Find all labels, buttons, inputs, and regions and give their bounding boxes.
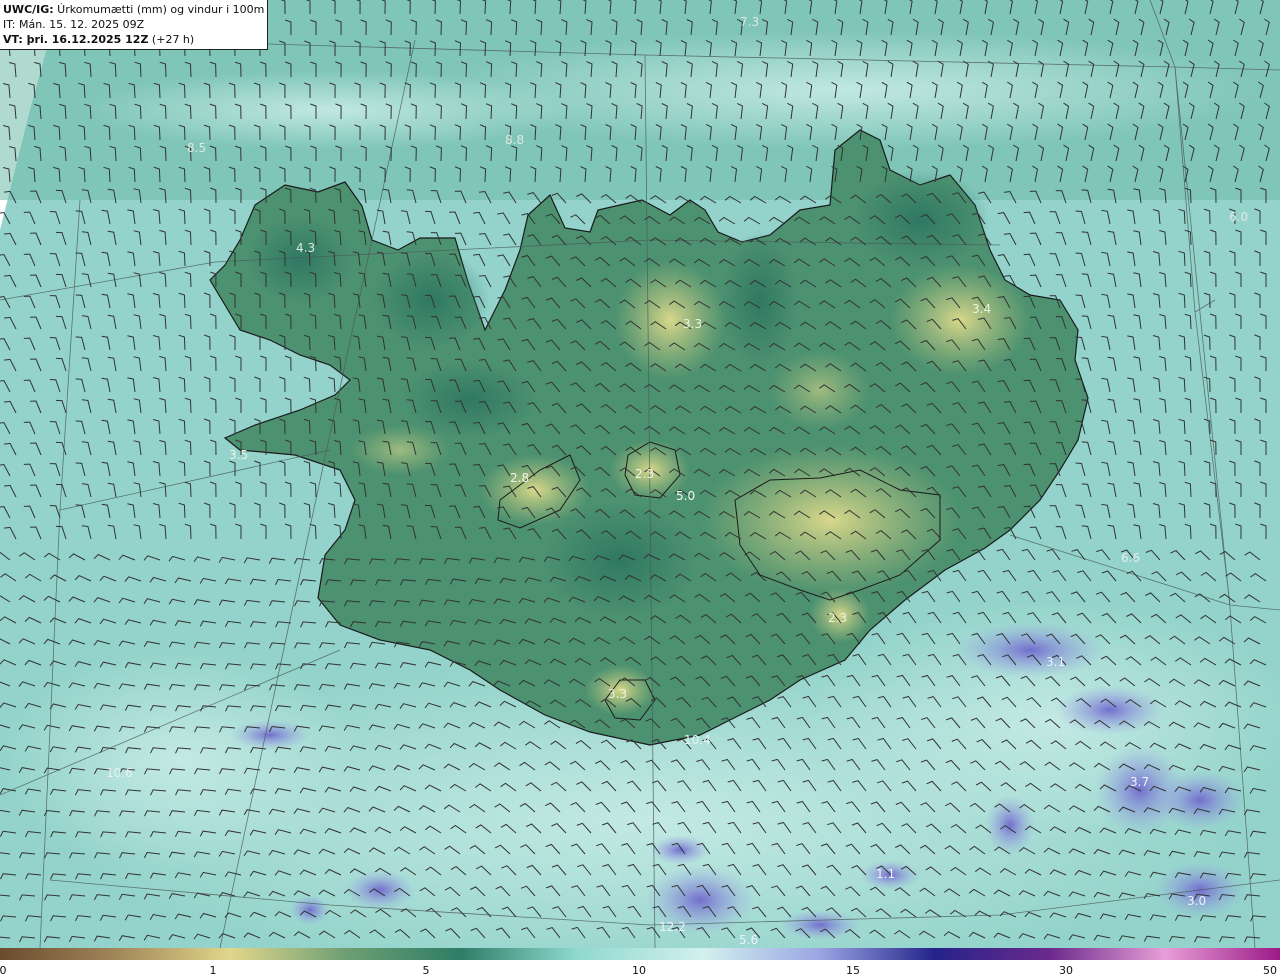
light-sea-sw <box>0 650 360 870</box>
legend-color-bar <box>0 948 1280 960</box>
value-label: 3.1 <box>1046 655 1065 669</box>
value-label: 1.1 <box>876 867 895 881</box>
value-label: 2.8 <box>510 471 529 485</box>
value-label: 3.4 <box>972 302 991 316</box>
value-label: 5.6 <box>739 933 758 947</box>
initial-time: IT: Mán. 15. 12. 2025 09Z <box>3 18 145 31</box>
value-label: 7.3 <box>740 15 759 29</box>
light-sea-north <box>430 30 1270 150</box>
value-label: 8.5 <box>187 141 206 155</box>
legend-tick: 1 <box>209 964 217 977</box>
legend-ticks: 0 1 5 10 15 30 50 <box>0 960 1280 978</box>
legend-tick: 15 <box>846 964 860 977</box>
legend-tick: 0 <box>0 964 7 977</box>
legend-tick: 50 <box>1263 964 1277 977</box>
product-code: UWC/IG: <box>3 3 54 16</box>
legend-tick: 5 <box>422 964 430 977</box>
value-label: 3.3 <box>683 317 702 331</box>
value-label: 10.4 <box>684 733 711 747</box>
color-legend: 0 1 5 10 15 30 50 <box>0 948 1280 978</box>
value-label: 3.3 <box>608 687 627 701</box>
valid-time-date: þri. 16.12.2025 12Z <box>22 33 149 46</box>
product-title: UWC/IG: Úrkomumætti (mm) og vindur i 100… <box>3 2 267 17</box>
value-label: 10.6 <box>106 766 133 780</box>
legend-tick: 10 <box>632 964 646 977</box>
highland-north <box>615 260 725 380</box>
product-description: Úrkomumætti (mm) og vindur i 100m hæð <box>57 3 267 16</box>
valid-time: VT: þri. 16.12.2025 12Z (+27 h) <box>3 32 264 47</box>
value-label: 6.0 <box>1229 210 1248 224</box>
value-label: 5.0 <box>676 489 695 503</box>
value-label: 8.8 <box>505 133 524 147</box>
value-label: 2.3 <box>828 611 847 625</box>
value-label: 12.2 <box>659 920 686 934</box>
legend-tick: 30 <box>1059 964 1073 977</box>
valid-time-offset: (+27 h) <box>148 33 195 46</box>
value-label: 3.0 <box>1187 894 1206 908</box>
value-label: 4.3 <box>296 241 315 255</box>
precipitation-wind-map[interactable]: 7.3 8.5 8.8 4.3 3.3 3.4 6.0 3.5 2.8 2.3 … <box>0 0 1280 948</box>
value-label: 3.7 <box>1130 775 1149 789</box>
valid-time-label: VT: <box>3 33 23 46</box>
value-label: 3.5 <box>229 448 248 462</box>
map-header: UWC/IG: Úrkomumætti (mm) og vindur i 100… <box>0 0 268 50</box>
value-label: 2.3 <box>635 467 654 481</box>
value-label: 6.6 <box>1121 551 1140 565</box>
